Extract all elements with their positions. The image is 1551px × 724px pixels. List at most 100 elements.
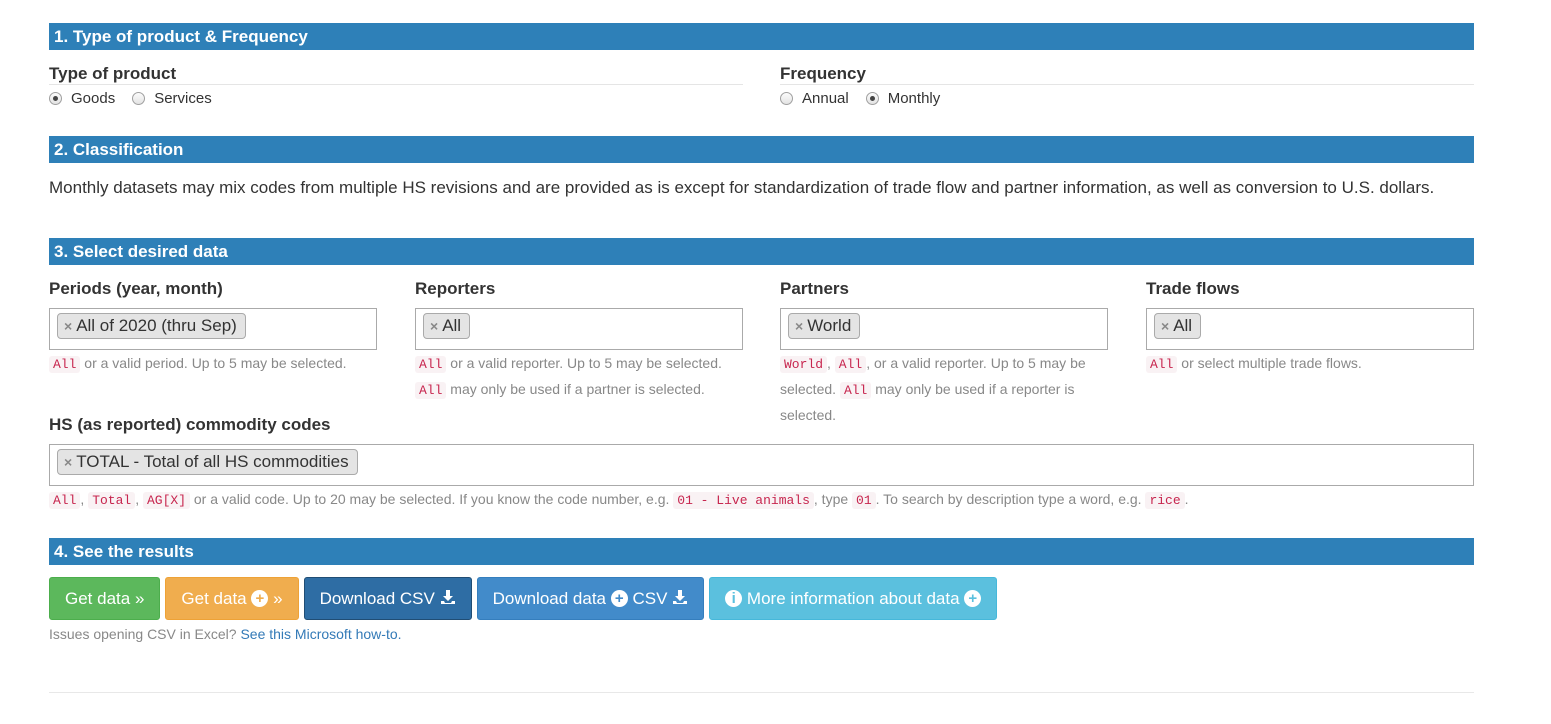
- periods-help: All or a valid period. Up to 5 may be se…: [49, 351, 377, 377]
- remove-icon[interactable]: ×: [795, 318, 803, 334]
- download-data-csv-button[interactable]: Download data + CSV: [476, 577, 705, 620]
- help-text: . To search by description type a word, …: [875, 491, 1146, 507]
- hs-codes-help: All, Total, AG[X] or a valid code. Up to…: [49, 487, 1474, 513]
- download-icon: [673, 590, 688, 604]
- plus-circle-icon: +: [964, 590, 982, 607]
- hs-codes-tag-label: TOTAL - Total of all HS commodities: [76, 452, 349, 471]
- more-info-button[interactable]: i More information about data +: [709, 577, 998, 620]
- partners-filter: Partners × World World, All, or a valid r…: [780, 265, 1108, 428]
- partners-tag-label: World: [807, 316, 852, 335]
- radio-goods-label: Goods: [71, 90, 116, 107]
- trade-flows-tag-label: All: [1173, 316, 1193, 335]
- type-frequency-row: Type of product Goods Services Frequency…: [49, 50, 1474, 136]
- periods-tag: × All of 2020 (thru Sep): [57, 313, 246, 339]
- help-text: or a valid reporter. Up to 5 may be sele…: [446, 355, 722, 371]
- radio-annual[interactable]: Annual: [780, 90, 849, 107]
- remove-icon[interactable]: ×: [1161, 318, 1169, 334]
- results-buttons: Get data » Get data + » Download CSV Dow…: [49, 577, 1474, 620]
- help-text: or select multiple trade flows.: [1177, 355, 1362, 371]
- download-icon: [440, 590, 455, 604]
- help-code: All: [834, 356, 867, 373]
- partners-tag: × World: [788, 313, 861, 339]
- get-data-button[interactable]: Get data »: [49, 577, 161, 620]
- partners-help: World, All, or a valid reporter. Up to 5…: [780, 351, 1108, 428]
- trade-flows-tag: × All: [1154, 313, 1202, 339]
- reporters-tag-label: All: [442, 316, 462, 335]
- radio-goods[interactable]: Goods: [49, 90, 115, 107]
- help-code: All: [415, 356, 447, 373]
- help-text: or a valid code. Up to 20 may be selecte…: [190, 491, 674, 507]
- csv-excel-note: Issues opening CSV in Excel? See this Mi…: [49, 626, 1474, 642]
- download-csv-button[interactable]: Download CSV: [303, 577, 472, 620]
- radio-goods-circle[interactable]: [49, 92, 62, 105]
- radio-monthly-label: Monthly: [887, 90, 941, 107]
- section-header-classification: 2. Classification: [49, 136, 1474, 163]
- radio-services[interactable]: Services: [132, 90, 212, 107]
- frequency-group: Frequency Annual Monthly: [780, 50, 1474, 107]
- radio-services-label: Services: [154, 90, 212, 107]
- help-code: All: [1146, 356, 1178, 373]
- partners-select[interactable]: × World: [780, 308, 1108, 350]
- get-data-label: Get data: [65, 589, 131, 608]
- help-code: All: [839, 382, 872, 399]
- periods-select[interactable]: × All of 2020 (thru Sep): [49, 308, 377, 350]
- filters-row: Periods (year, month) × All of 2020 (thru…: [49, 265, 1474, 423]
- hs-codes-tag: × TOTAL - Total of all HS commodities: [57, 449, 358, 475]
- query-form: 1. Type of product & Frequency Type of p…: [49, 23, 1474, 642]
- hs-codes-select[interactable]: × TOTAL - Total of all HS commodities: [49, 444, 1474, 486]
- product-type-group: Type of product Goods Services: [49, 50, 743, 107]
- plus-circle-icon: +: [610, 590, 628, 607]
- more-info-label: More information about data: [746, 589, 960, 608]
- help-code: All: [415, 382, 447, 399]
- radio-annual-circle[interactable]: [780, 92, 793, 105]
- radio-monthly[interactable]: Monthly: [865, 90, 941, 107]
- reporters-help: All or a valid reporter. Up to 5 may be …: [415, 351, 743, 403]
- microsoft-howto-link[interactable]: See this Microsoft how-to.: [240, 626, 401, 642]
- reporters-filter: Reporters × All All or a valid reporter. …: [415, 265, 743, 403]
- periods-filter: Periods (year, month) × All of 2020 (thru…: [49, 265, 377, 377]
- remove-icon[interactable]: ×: [64, 454, 72, 470]
- info-circle-icon: i: [725, 590, 743, 607]
- section-header-select-data: 3. Select desired data: [49, 238, 1474, 265]
- double-chevron-right-icon: »: [273, 589, 283, 608]
- help-code: All: [49, 356, 81, 373]
- reporters-select[interactable]: × All: [415, 308, 743, 350]
- reporters-label: Reporters: [415, 279, 496, 298]
- radio-monthly-circle[interactable]: [865, 92, 879, 105]
- partners-label: Partners: [780, 279, 849, 298]
- section-header-results: 4. See the results: [49, 538, 1474, 565]
- trade-flows-filter: Trade flows × All All or select multiple …: [1146, 265, 1474, 377]
- plus-circle-icon: +: [251, 590, 269, 607]
- periods-tag-label: All of 2020 (thru Sep): [76, 316, 237, 335]
- frequency-title: Frequency: [780, 64, 1474, 85]
- help-text: or a valid period. Up to 5 may be select…: [80, 355, 347, 371]
- hs-codes-group: HS (as reported) commodity codes × TOTAL …: [49, 415, 1474, 513]
- remove-icon[interactable]: ×: [430, 318, 438, 334]
- help-text: may only be used if a partner is selecte…: [446, 381, 705, 397]
- download-data-label: Download data: [492, 589, 607, 608]
- trade-flows-help: All or select multiple trade flows.: [1146, 351, 1474, 377]
- help-code: Total: [88, 492, 136, 509]
- help-code: 01: [852, 492, 876, 509]
- help-code: All: [49, 492, 81, 509]
- remove-icon[interactable]: ×: [64, 318, 72, 334]
- periods-label: Periods (year, month): [49, 279, 223, 298]
- csv-label: CSV: [632, 589, 668, 608]
- help-code: AG[X]: [142, 492, 190, 509]
- help-code: World: [780, 356, 828, 373]
- double-chevron-right-icon: »: [134, 589, 145, 608]
- classification-description: Monthly datasets may mix codes from mult…: [49, 178, 1435, 197]
- product-type-options: Goods Services: [49, 90, 743, 107]
- help-sep: ,: [135, 491, 143, 507]
- download-csv-label: Download CSV: [319, 589, 435, 608]
- radio-services-circle[interactable]: [132, 92, 146, 105]
- help-text: .: [1184, 491, 1189, 507]
- trade-flows-label: Trade flows: [1146, 279, 1240, 298]
- help-sep: ,: [827, 355, 835, 371]
- get-data-plus-button[interactable]: Get data + »: [165, 577, 299, 620]
- trade-flows-select[interactable]: × All: [1146, 308, 1474, 350]
- hs-codes-label: HS (as reported) commodity codes: [49, 415, 331, 434]
- product-type-title: Type of product: [49, 64, 743, 85]
- get-data-plus-label: Get data: [181, 589, 247, 608]
- frequency-options: Annual Monthly: [780, 90, 1474, 107]
